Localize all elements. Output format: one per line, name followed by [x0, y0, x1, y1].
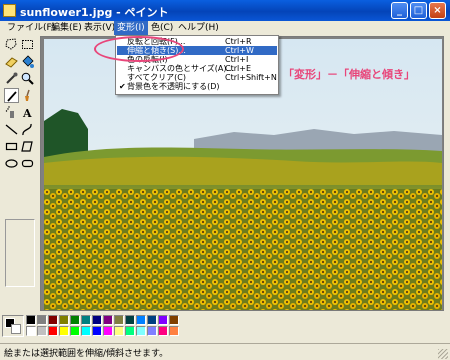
menu-bar: ファイル(F) 編集(E) 表示(V) 変形(I) 色(C) ヘルプ(H) — [0, 21, 450, 35]
menu-item-clear-all[interactable]: すべてクリア(C) Ctrl+Shift+N — [117, 73, 277, 82]
color-swatch[interactable] — [103, 315, 113, 325]
status-bar: 絵または選択範囲を伸縮/傾斜させます。 — [0, 343, 450, 360]
close-button[interactable]: × — [429, 2, 446, 19]
paint-window: sunflower1.jpg - ペイント _ □ × ファイル(F) 編集(E… — [0, 0, 450, 360]
color-palette — [0, 313, 450, 343]
color-swatch[interactable] — [136, 326, 146, 336]
color-swatch[interactable] — [114, 315, 124, 325]
menu-help[interactable]: ヘルプ(H) — [175, 21, 222, 35]
rectangle-icon[interactable] — [4, 139, 19, 154]
title-bar[interactable]: sunflower1.jpg - ペイント _ □ × — [0, 0, 450, 21]
color-swatch[interactable] — [158, 315, 168, 325]
rounded-rect-icon[interactable] — [20, 156, 35, 171]
color-swatch[interactable] — [114, 326, 124, 336]
text-icon[interactable]: A — [20, 105, 35, 120]
rect-select-icon[interactable] — [20, 37, 35, 52]
airbrush-icon[interactable] — [4, 105, 19, 120]
color-swatch[interactable] — [59, 326, 69, 336]
color-swatch[interactable] — [158, 326, 168, 336]
color-swatch[interactable] — [125, 326, 135, 336]
color-swatch[interactable] — [26, 315, 36, 325]
color-swatch[interactable] — [70, 326, 80, 336]
window-title: sunflower1.jpg - ペイント — [20, 6, 169, 19]
paint-app-icon — [3, 4, 16, 17]
color-swatch[interactable] — [169, 315, 179, 325]
line-icon[interactable] — [4, 122, 19, 137]
tool-options-box[interactable] — [5, 219, 35, 287]
color-swatch[interactable] — [81, 315, 91, 325]
color-swatch[interactable] — [147, 315, 157, 325]
color-swatch[interactable] — [48, 315, 58, 325]
color-swatch[interactable] — [59, 315, 69, 325]
color-swatch[interactable] — [37, 315, 47, 325]
color-swatch[interactable] — [37, 326, 47, 336]
color-swatch[interactable] — [81, 326, 91, 336]
polygon-icon[interactable] — [20, 139, 35, 154]
checkmark-icon: ✔ — [119, 82, 126, 91]
color-swatch[interactable] — [136, 315, 146, 325]
color-swatch[interactable] — [169, 326, 179, 336]
status-text: 絵または選択範囲を伸縮/傾斜させます。 — [4, 349, 169, 359]
resize-grip[interactable] — [438, 349, 448, 359]
menu-colors[interactable]: 色(C) — [148, 21, 176, 35]
curve-icon[interactable] — [20, 122, 35, 137]
annotation-label: 「変形」－「伸縮と傾き」 — [283, 68, 415, 81]
color-swatch[interactable] — [147, 326, 157, 336]
color-swatch[interactable] — [92, 326, 102, 336]
fill-icon[interactable] — [20, 54, 35, 69]
toolbox: A — [1, 35, 38, 312]
color-swatch[interactable] — [48, 326, 58, 336]
current-colors[interactable] — [2, 315, 24, 337]
free-select-icon[interactable] — [4, 37, 19, 52]
minimize-button[interactable]: _ — [391, 2, 408, 19]
pencil-icon[interactable] — [4, 88, 19, 103]
brush-icon[interactable] — [20, 88, 35, 103]
highlight-ellipse — [94, 36, 184, 62]
maximize-button[interactable]: □ — [410, 2, 427, 19]
menu-image[interactable]: 変形(I) — [114, 21, 148, 35]
svg-text:A: A — [22, 107, 32, 120]
ellipse-icon[interactable] — [4, 156, 19, 171]
color-swatch[interactable] — [103, 326, 113, 336]
background-color[interactable] — [11, 324, 21, 334]
color-picker-icon[interactable] — [4, 71, 19, 86]
menu-item-canvas-attributes[interactable]: キャンバスの色とサイズ(A)... Ctrl+E — [117, 64, 277, 73]
menu-item-draw-opaque[interactable]: ✔ 背景色を不透明にする(D) — [117, 82, 277, 91]
eraser-icon[interactable] — [4, 54, 19, 69]
magnifier-icon[interactable] — [20, 71, 35, 86]
menu-edit[interactable]: 編集(E) — [48, 21, 85, 35]
menu-view[interactable]: 表示(V) — [81, 21, 118, 35]
color-swatch[interactable] — [125, 315, 135, 325]
color-swatch[interactable] — [92, 315, 102, 325]
color-swatch[interactable] — [26, 326, 36, 336]
color-swatch[interactable] — [70, 315, 80, 325]
